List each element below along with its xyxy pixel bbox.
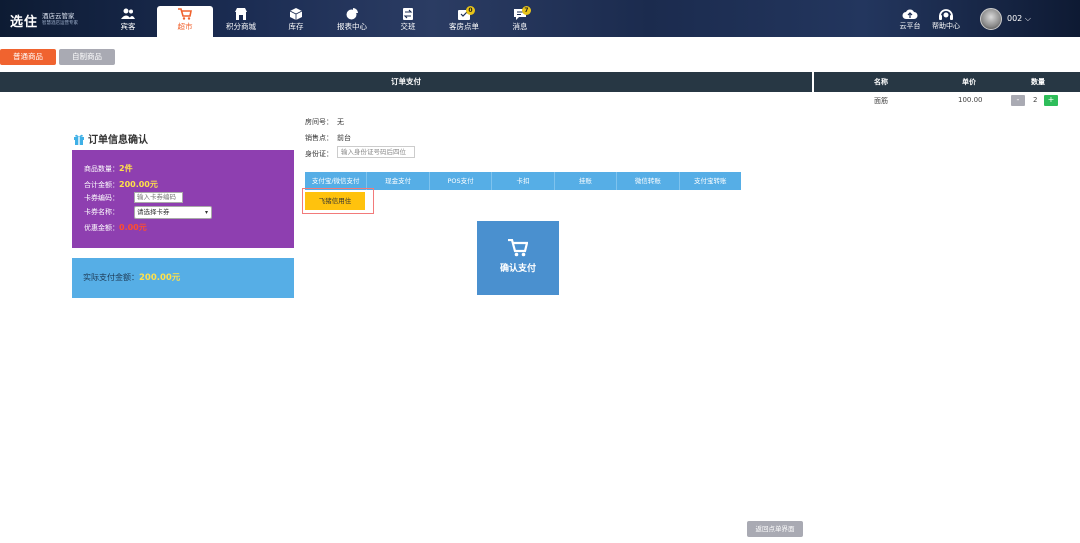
top-nav: 选住 酒店云管家 智慧酒店运营专家 宾客 超市 积分商城 库存 报表中心 交班 … xyxy=(0,0,1080,37)
gift-icon xyxy=(74,134,84,145)
total-amount: 合计金额：200.00元 xyxy=(84,180,158,189)
cart-col-name: 名称 xyxy=(874,78,888,86)
order-confirm-title: 订单信息确认 xyxy=(73,131,148,146)
tab-cash[interactable]: 现金支付 xyxy=(367,172,430,190)
nav-item-inventory[interactable]: 库存 xyxy=(268,6,324,37)
headset-icon xyxy=(939,9,953,20)
feizhu-credit-button[interactable]: 飞猪信用住 xyxy=(305,192,365,210)
tab-pos[interactable]: POS支付 xyxy=(430,172,493,190)
page-title-bar: 订单支付 xyxy=(0,72,812,92)
cloud-icon xyxy=(902,9,918,19)
logo-title: 酒店云管家 xyxy=(42,12,75,20)
avatar[interactable] xyxy=(980,8,1002,30)
tab-wechat-transfer[interactable]: 微信转账 xyxy=(617,172,680,190)
cart-item-qty: 2 xyxy=(1033,96,1038,104)
cart-col-price: 单价 xyxy=(962,78,976,86)
item-count: 商品数量：2件 xyxy=(84,164,133,173)
tab-card-deduct[interactable]: 卡扣 xyxy=(492,172,555,190)
nav-item-handover[interactable]: 交班 xyxy=(380,6,436,37)
card-name-row: 卡券名称： 请选择卡券 ▾ xyxy=(84,206,284,221)
logo-main: 选住 xyxy=(10,14,39,30)
cart-col-qty: 数量 xyxy=(1031,78,1045,86)
qty-minus-button[interactable]: - xyxy=(1011,95,1025,106)
cart-item-price: 100.00 xyxy=(958,96,983,104)
tab-normal-products[interactable]: 普通商品 xyxy=(0,49,56,65)
handover-icon xyxy=(401,8,415,20)
card-code-input[interactable]: 输入卡券编码 xyxy=(134,192,183,203)
pie-chart-icon xyxy=(345,8,359,20)
id-card-input[interactable]: 输入身份证号码后四位 xyxy=(337,146,415,158)
messages-badge: 7 xyxy=(522,6,531,15)
nav-item-messages[interactable]: 7 消息 xyxy=(492,6,548,37)
username: 002 xyxy=(1007,14,1023,23)
logo: 选住 酒店云管家 智慧酒店运营专家 xyxy=(10,10,78,30)
discount-amount: 优惠金额：0.00元 xyxy=(84,223,147,232)
sales-point: 销售点： 前台 xyxy=(305,134,351,142)
actual-amount: 200.00元 xyxy=(139,273,181,283)
cart-row: 面筋 100.00 - 2 + xyxy=(814,93,1080,107)
nav-item-points-mall[interactable]: 积分商城 xyxy=(213,6,269,37)
cart-icon xyxy=(178,8,192,20)
help-center-button[interactable]: 帮助中心 xyxy=(930,8,962,31)
cloud-platform-button[interactable]: 云平台 xyxy=(897,8,923,31)
nav-item-room-order[interactable]: 0 客房点单 xyxy=(436,6,492,37)
logo-subtitle: 智慧酒店运营专家 xyxy=(42,21,79,26)
chevron-down-icon: ⌵ xyxy=(1024,14,1031,23)
card-code-row: 卡券编码： 输入卡券编码 xyxy=(84,192,284,205)
nav-item-guests[interactable]: 宾客 xyxy=(100,6,156,37)
nav-item-reports[interactable]: 报表中心 xyxy=(324,6,380,37)
back-to-order-button[interactable]: 返回点单界面 xyxy=(747,521,803,537)
cart-header: 名称 单价 数量 xyxy=(814,72,1080,92)
tab-alipay-transfer[interactable]: 支付宝转账 xyxy=(680,172,741,190)
nav-item-supermarket[interactable]: 超市 xyxy=(157,6,213,37)
message-icon: 7 xyxy=(513,6,531,20)
room-number: 房间号：无 xyxy=(305,118,344,126)
cart-item-name: 面筋 xyxy=(874,97,888,105)
qty-plus-button[interactable]: + xyxy=(1044,95,1058,106)
order-summary-panel: 商品数量：2件 合计金额：200.00元 卡券编码： 输入卡券编码 卡券名称： … xyxy=(72,150,294,248)
tab-on-account[interactable]: 挂账 xyxy=(555,172,618,190)
store-icon xyxy=(234,8,248,20)
tab-custom-products[interactable]: 自制商品 xyxy=(59,49,115,65)
select-caret-icon: ▾ xyxy=(204,209,208,216)
confirm-payment-button[interactable]: 确认支付 xyxy=(477,221,559,295)
box-icon xyxy=(289,8,303,20)
room-order-icon: 0 xyxy=(457,6,475,20)
actual-payment-panel: 实际支付金额：200.00元 xyxy=(72,258,294,298)
user-menu[interactable]: 002 ⌵ xyxy=(1007,14,1031,24)
id-card-row: 身份证： 输入身份证号码后四位 xyxy=(305,146,425,159)
room-order-badge: 0 xyxy=(466,6,475,15)
card-name-select[interactable]: 请选择卡券 ▾ xyxy=(134,206,212,219)
guests-icon xyxy=(121,8,135,20)
cart-icon xyxy=(508,239,528,257)
